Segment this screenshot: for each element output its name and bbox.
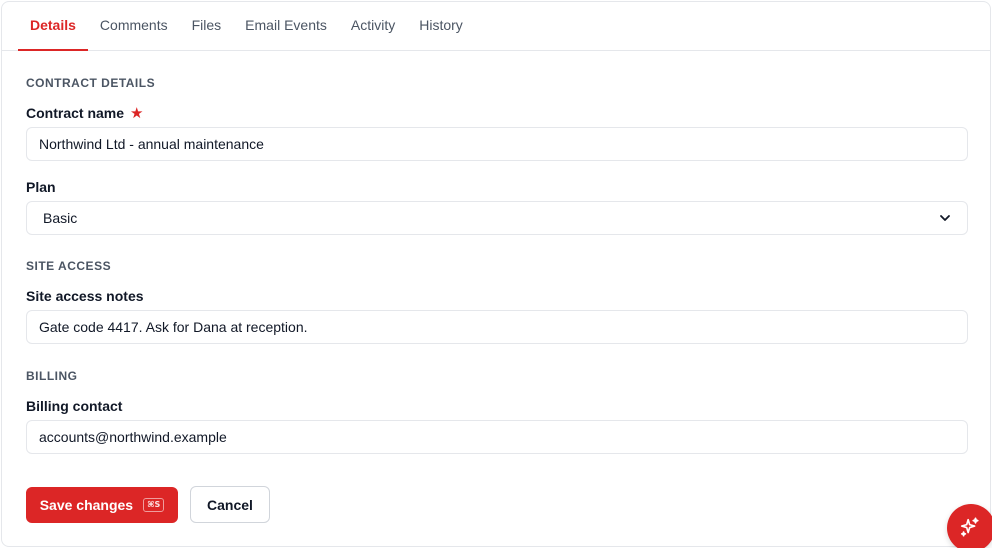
billing-contact-label: Billing contact xyxy=(26,398,122,414)
site-access-notes-label: Site access notes xyxy=(26,288,144,304)
tab-files[interactable]: Files xyxy=(180,2,234,50)
cancel-label: Cancel xyxy=(207,496,253,513)
plan-label-text: Plan xyxy=(26,179,56,195)
tab-label: Comments xyxy=(99,17,168,33)
star-icon: ★ xyxy=(130,104,144,122)
contract-name-label-text: Contract name xyxy=(26,105,125,121)
tab-label: Email Events xyxy=(245,17,327,33)
billing-contact-label-text: Billing contact xyxy=(26,398,123,414)
tab-label: Details xyxy=(30,17,76,33)
contract-name-input[interactable] xyxy=(26,127,968,161)
tab-bar: Details Comments Files Email Events Acti… xyxy=(2,2,990,51)
tab-activity[interactable]: Activity xyxy=(339,2,407,50)
save-changes-label: Save changes xyxy=(39,497,134,513)
site-access-notes-label-text: Site access notes xyxy=(26,288,144,304)
chevron-down-icon xyxy=(939,212,951,224)
plan-label: Plan xyxy=(26,179,56,195)
section-title-billing: BILLING xyxy=(26,369,78,383)
save-changes-button[interactable]: Save changes ⌘S xyxy=(26,487,178,523)
contract-details-card: Details Comments Files Email Events Acti… xyxy=(1,1,991,547)
site-access-notes-input[interactable] xyxy=(26,310,968,344)
tab-label: Activity xyxy=(350,17,396,33)
ai-assistant-button[interactable] xyxy=(947,504,992,548)
billing-contact-input[interactable] xyxy=(26,420,968,454)
sparkles-icon xyxy=(959,516,981,543)
tab-details[interactable]: Details xyxy=(18,2,88,51)
tab-email-events[interactable]: Email Events xyxy=(233,2,339,50)
plan-select[interactable]: Basic xyxy=(26,201,968,235)
plan-select-value: Basic xyxy=(43,210,78,226)
tab-label: Files xyxy=(191,17,222,33)
tab-label: History xyxy=(419,17,463,33)
contract-name-label: Contract name ★ xyxy=(26,105,143,121)
section-title-site-access: SITE ACCESS xyxy=(26,259,112,273)
keyboard-shortcut-badge: ⌘S xyxy=(143,498,165,512)
cancel-button[interactable]: Cancel xyxy=(190,486,270,523)
section-title-contract-details: CONTRACT DETAILS xyxy=(26,76,156,90)
tab-history[interactable]: History xyxy=(407,2,475,50)
tab-comments[interactable]: Comments xyxy=(88,2,180,50)
